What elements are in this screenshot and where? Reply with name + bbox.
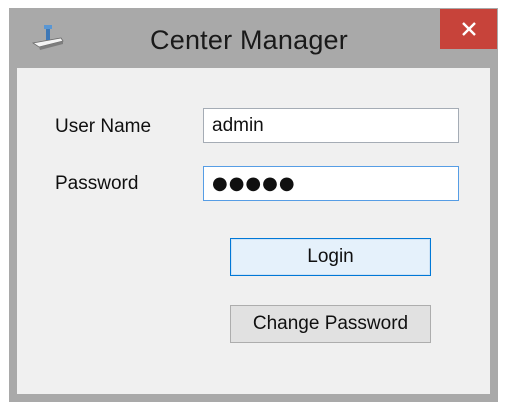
username-value: admin — [212, 114, 264, 136]
window-title: Center Manager — [150, 25, 348, 55]
password-mask: ●●●●● — [212, 173, 296, 194]
login-window: Center Manager User Name admin Password … — [9, 8, 498, 402]
login-button[interactable]: Login — [230, 238, 431, 276]
app-icon — [31, 25, 64, 50]
change-password-button[interactable]: Change Password — [230, 305, 431, 343]
password-field[interactable]: ●●●●● — [203, 166, 459, 201]
form-panel: User Name admin Password ●●●●● Login Cha… — [17, 68, 490, 394]
username-label: User Name — [55, 116, 152, 137]
username-field[interactable]: admin — [203, 108, 459, 143]
close-button[interactable] — [440, 9, 497, 49]
title-bar[interactable]: Center Manager — [9, 8, 498, 68]
password-label: Password — [55, 173, 139, 194]
close-icon — [461, 22, 476, 36]
